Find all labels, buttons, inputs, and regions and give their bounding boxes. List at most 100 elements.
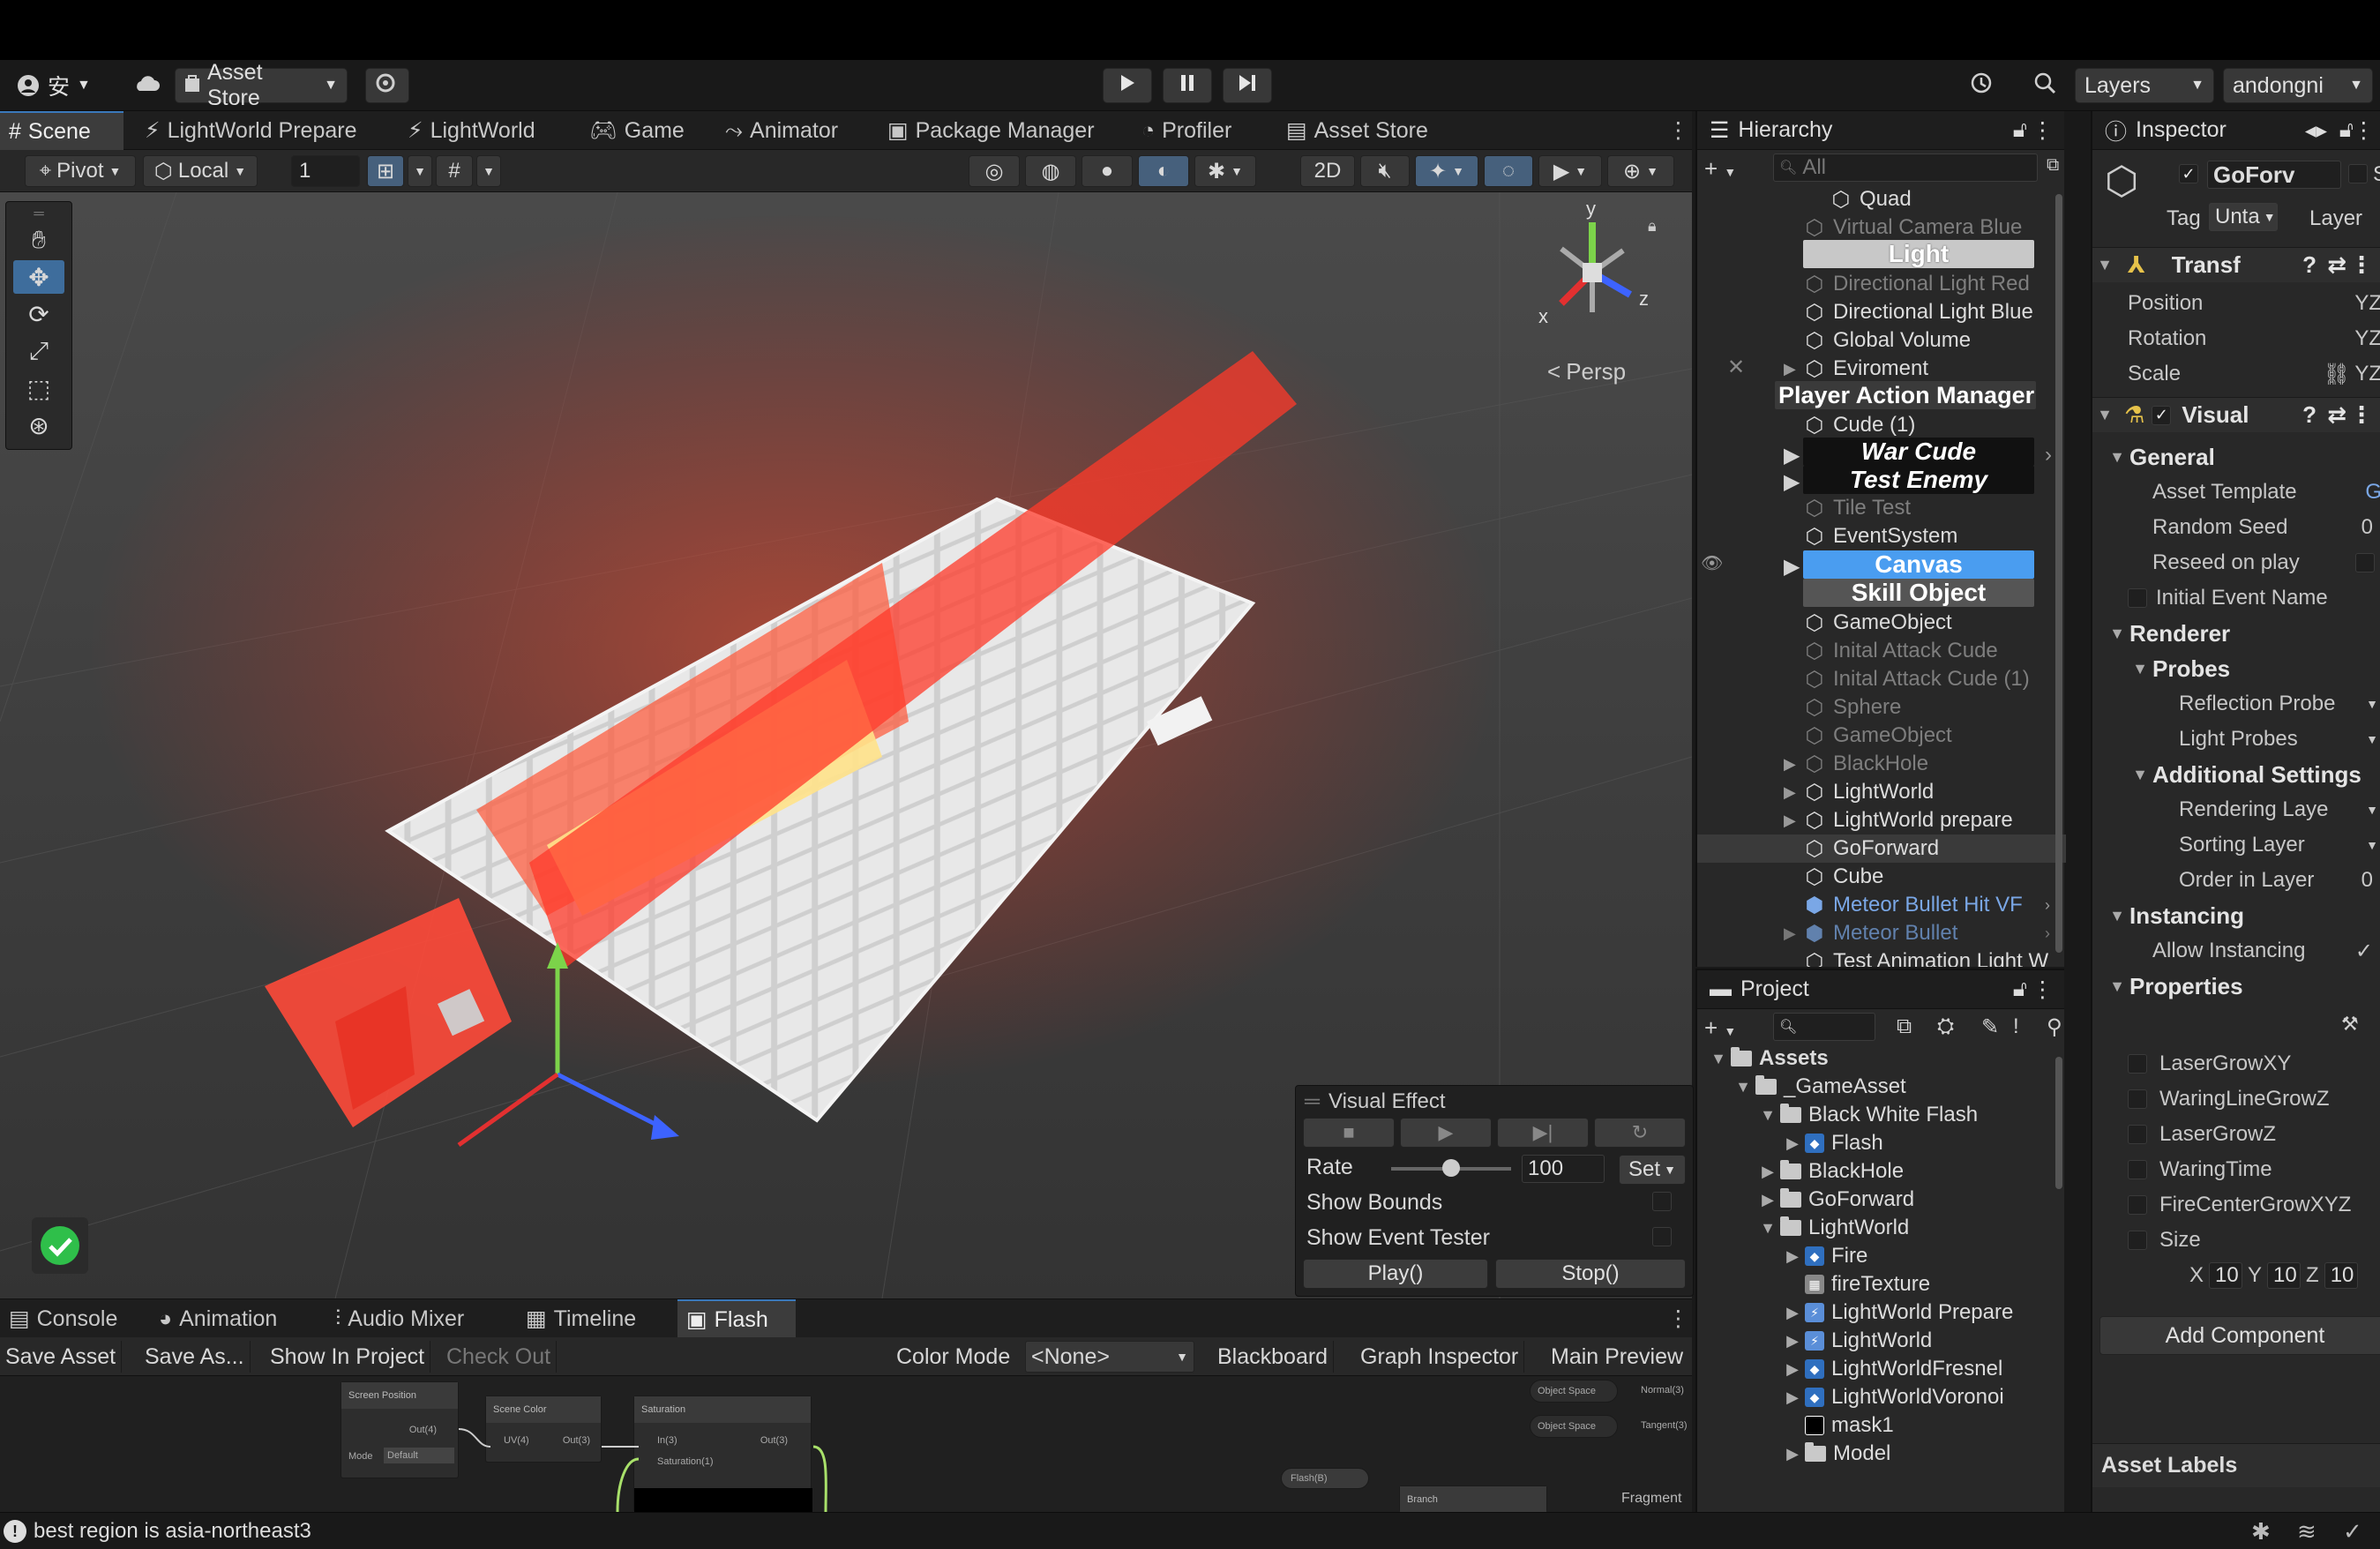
hierarchy-item[interactable]: ⬢ Meteor Bullet Hit VF › bbox=[1697, 891, 2066, 919]
move-tool[interactable]: ✥ bbox=[13, 260, 64, 294]
project-item[interactable]: ▶ ◆ Flash bbox=[1780, 1129, 1883, 1157]
property-tool-icon[interactable]: ⚒ bbox=[2341, 1013, 2359, 1036]
property-override-checkbox[interactable] bbox=[2128, 1160, 2147, 1179]
pickable-off-icon[interactable]: ✕ bbox=[1727, 355, 1745, 380]
vfx-play-button[interactable]: ▶ bbox=[1400, 1118, 1492, 1148]
chevron-right-icon[interactable]: ▶ bbox=[1784, 755, 1796, 774]
size-x-input[interactable]: 10 bbox=[2209, 1262, 2243, 1289]
show-event-tester-checkbox[interactable] bbox=[1652, 1227, 1672, 1246]
static-checkbox[interactable] bbox=[2348, 164, 2368, 183]
visual-effect-component-header[interactable]: ▼ ⚗ ✓ Visual? ⇄ ⋮ bbox=[2092, 397, 2380, 432]
project-item[interactable]: ▶ BlackHole bbox=[1755, 1157, 1904, 1186]
asset-labels-header[interactable]: Asset Labels bbox=[2092, 1443, 2380, 1487]
chevron-down-icon[interactable]: ▼ bbox=[2366, 803, 2378, 817]
lock-icon[interactable]: 🔓︎ bbox=[2013, 977, 2027, 1002]
rect-tool[interactable]: ⬚ bbox=[13, 371, 64, 405]
chevron-down-icon[interactable]: ▼ bbox=[2366, 838, 2378, 852]
step-button[interactable] bbox=[1223, 68, 1272, 103]
vfx-stop-button[interactable]: ■ bbox=[1303, 1118, 1395, 1148]
tab-flash[interactable]: ▣ Flash bbox=[677, 1299, 796, 1338]
favorite-icon[interactable]: ⚲ bbox=[2047, 1014, 2062, 1040]
debug-draw-dropdown[interactable]: ✱ ▼ bbox=[1194, 155, 1256, 187]
project-item[interactable]: ▶ ⚡ LightWorld Prepare bbox=[1780, 1298, 2013, 1327]
property-override-checkbox[interactable] bbox=[2128, 1231, 2147, 1250]
account-button[interactable]: 安 ▼ bbox=[7, 68, 100, 103]
probes-foldout[interactable]: ▼ Probes bbox=[2092, 653, 2380, 685]
create-asset-button[interactable]: + ▼ bbox=[1704, 1014, 1736, 1042]
project-item[interactable]: ▼ Black White Flash bbox=[1755, 1101, 1978, 1129]
property-row[interactable]: LaserGrowXY bbox=[2092, 1048, 2380, 1080]
tab-package-manager[interactable]: ▣ Package Manager bbox=[879, 111, 1104, 150]
property-row[interactable]: Size bbox=[2092, 1224, 2380, 1256]
auto-generate-icon[interactable]: ✓ bbox=[2343, 1518, 2362, 1545]
scene-filter-icon[interactable]: ⧉ bbox=[2047, 155, 2059, 176]
properties-foldout[interactable]: ▼ Properties bbox=[2092, 970, 2380, 1002]
hierarchy-item[interactable]: ▶ ⬡ LightWorld prepare bbox=[1697, 806, 2066, 834]
instancing-foldout[interactable]: ▼ Instancing bbox=[2092, 900, 2380, 932]
allow-instancing-row[interactable]: Allow Instancing ✓ bbox=[2092, 935, 2380, 967]
general-foldout[interactable]: ▼ General bbox=[2092, 441, 2380, 473]
play-button[interactable] bbox=[1103, 68, 1152, 103]
reseed-on-play-row[interactable]: Reseed on play bbox=[2092, 547, 2380, 579]
hierarchy-item[interactable]: ▶ ⬡ LightWorld bbox=[1697, 778, 2066, 806]
tab-animator[interactable]: ⤳ Animator bbox=[716, 111, 847, 150]
visibility-icon[interactable]: 👁︎ bbox=[1701, 552, 1723, 574]
project-item[interactable]: ▶ ◆ Fire bbox=[1780, 1242, 1867, 1270]
account-dropdown[interactable]: andongni ▼ bbox=[2223, 68, 2373, 103]
more-icon[interactable]: ⋮ bbox=[2032, 977, 2054, 1003]
tab-audio-mixer[interactable]: ⫶ Audio Mixer bbox=[326, 1299, 473, 1338]
orientation-gizmo[interactable]: y x z bbox=[1526, 198, 1658, 339]
tab-timeline[interactable]: ▦ Timeline bbox=[517, 1299, 645, 1338]
additional-settings-foldout[interactable]: ▼ Additional Settings bbox=[2092, 759, 2380, 790]
tab-animation[interactable]: ◕ Animation bbox=[150, 1299, 286, 1338]
main-preview-toggle[interactable]: Main Preview bbox=[1546, 1341, 1688, 1373]
search-scene-icon[interactable]: ⧉ bbox=[1897, 1014, 1912, 1039]
property-row[interactable]: WaringTime bbox=[2092, 1154, 2380, 1186]
hierarchy-item-selected[interactable]: ⬡ GoForward bbox=[1697, 834, 2066, 863]
show-in-project-button[interactable]: Show In Project bbox=[265, 1341, 431, 1373]
cache-server-icon[interactable]: ≋ bbox=[2297, 1518, 2316, 1545]
type-filter-icon[interactable]: ⛭ bbox=[1937, 1014, 1954, 1039]
snap-value-input[interactable]: 1 bbox=[291, 155, 360, 187]
project-scrollbar[interactable] bbox=[2054, 1044, 2064, 1503]
chevron-right-icon[interactable]: ▶ bbox=[1784, 924, 1796, 943]
hierarchy-item[interactable]: ▶ ⬡ Eviroment bbox=[1697, 355, 2066, 383]
more-icon[interactable]: ⋮ bbox=[2032, 117, 2054, 144]
create-button[interactable]: + ▼ bbox=[1704, 155, 1736, 183]
search-button[interactable] bbox=[2024, 68, 2066, 103]
project-item[interactable]: ▦ fireTexture bbox=[1805, 1270, 1930, 1298]
chevron-down-icon[interactable]: ▼ bbox=[2366, 732, 2378, 746]
warning-filter-icon[interactable]: ! bbox=[2013, 1014, 2019, 1039]
tab-scene[interactable]: # Scene bbox=[0, 111, 123, 150]
hierarchy-item-label-skill-object[interactable]: Skill Object bbox=[1803, 579, 2034, 607]
chevron-right-icon[interactable]: › bbox=[2045, 896, 2050, 915]
more-icon[interactable]: ⋮ bbox=[2350, 401, 2373, 429]
hierarchy-item-label-light[interactable]: Light bbox=[1803, 240, 2034, 268]
hierarchy-item[interactable]: ⬡ Directional Light Red bbox=[1697, 270, 2066, 298]
hierarchy-item[interactable]: ⬡ Global Volume bbox=[1697, 326, 2066, 355]
hierarchy-item[interactable]: ⬡ Virtual Camera Blue bbox=[1697, 213, 2066, 242]
reflection-probes-row[interactable]: Reflection Probe ▼ bbox=[2092, 688, 2380, 720]
rendering-layer-row[interactable]: Rendering Laye ▼ bbox=[2092, 794, 2380, 826]
show-bounds-checkbox[interactable] bbox=[1652, 1192, 1672, 1211]
grid-snap-button[interactable]: ⊞ bbox=[367, 155, 404, 187]
rotate-tool[interactable]: ⟳ bbox=[13, 297, 64, 331]
effects-dropdown[interactable]: ✦ ▼ bbox=[1415, 155, 1478, 187]
tab-lightworld-prepare[interactable]: ⚡ LightWorld Prepare bbox=[136, 111, 366, 150]
chevron-right-icon[interactable]: › bbox=[2045, 443, 2052, 468]
lock-icon[interactable]: 🔓︎ bbox=[2013, 117, 2027, 143]
property-override-checkbox[interactable] bbox=[2128, 1089, 2147, 1109]
hierarchy-item-label-war-cude[interactable]: War Cude bbox=[1803, 438, 2034, 466]
scale-row[interactable]: Scale ⛓︎ YZ bbox=[2092, 358, 2380, 390]
vfx-step-button[interactable]: ▶| bbox=[1497, 1118, 1589, 1148]
project-item[interactable]: ▶ ◆ LightWorldFresnel bbox=[1780, 1355, 2002, 1383]
hierarchy-scrollbar[interactable] bbox=[2054, 185, 2064, 962]
tab-game[interactable]: 🎮︎ Game bbox=[580, 111, 693, 150]
rate-set-dropdown[interactable]: Set ▼ bbox=[1619, 1155, 1686, 1185]
project-tab[interactable]: ▬ Project 🔓︎ ⋮ bbox=[1697, 970, 2064, 1009]
project-item[interactable]: ▼ _GameAsset bbox=[1731, 1073, 1906, 1101]
component-enabled-checkbox[interactable]: ✓ bbox=[2152, 405, 2172, 425]
sorting-layer-row[interactable]: Sorting Layer ▼ bbox=[2092, 829, 2380, 861]
status-message[interactable]: ! best region is asia-northeast3 bbox=[4, 1519, 311, 1544]
drag-handle-icon[interactable]: ═ bbox=[13, 206, 64, 221]
